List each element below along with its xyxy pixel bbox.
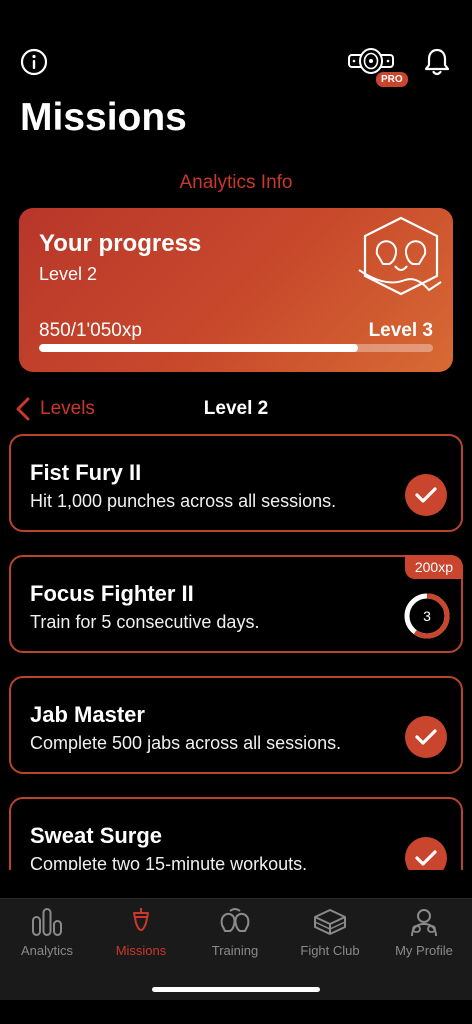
mission-title: Sweat Surge	[30, 823, 163, 848]
tab-my-profile[interactable]: My Profile	[377, 907, 471, 967]
page-title: Missions	[20, 96, 187, 139]
progress-card: Your progress Level 2 850/1'050xp Level …	[19, 208, 453, 372]
progress-ring-value: 3	[423, 608, 431, 624]
tab-analytics[interactable]: Analytics	[0, 907, 94, 967]
mission-description: Train for 5 consecutive days.	[30, 612, 260, 632]
xp-reward-badge: 200xp	[404, 555, 463, 579]
next-level: Level 3	[368, 320, 433, 341]
mission-title: Focus Fighter II	[30, 581, 194, 606]
mission-description: Complete two 15-minute workouts.	[30, 854, 308, 870]
boxing-gloves-emblem-icon	[358, 216, 442, 296]
checkmark-icon	[405, 716, 447, 758]
bell-icon[interactable]	[423, 47, 451, 77]
top-bar: PRO	[0, 0, 472, 100]
mission-card[interactable]: Jab Master Complete 500 jabs across all …	[9, 676, 463, 774]
mission-card[interactable]: 200xp Focus Fighter II Train for 5 conse…	[9, 555, 463, 653]
tab-fight-club[interactable]: Fight Club	[283, 907, 377, 967]
mission-description: Hit 1,000 punches across all sessions.	[30, 491, 337, 511]
analytics-info-link[interactable]: Analytics Info	[0, 172, 472, 194]
mission-description: Complete 500 jabs across all sessions.	[30, 733, 342, 753]
tab-bar: Analytics Missions Training Fight Club M…	[0, 898, 472, 1000]
tab-label: Missions	[115, 943, 167, 958]
progress-ring: 3	[404, 593, 450, 639]
tab-label: Fight Club	[300, 943, 360, 958]
current-level-heading: Level 2	[203, 398, 269, 419]
pro-badge: PRO	[376, 72, 408, 87]
current-level: Level 2	[39, 264, 98, 284]
info-icon[interactable]	[20, 48, 48, 76]
xp-progress-fill	[39, 344, 359, 352]
home-indicator	[152, 987, 320, 992]
boxing-gloves-icon	[220, 908, 250, 932]
tab-missions[interactable]: Missions	[94, 907, 188, 967]
xp-progress-bar	[39, 344, 433, 352]
boxing-ring-icon	[314, 909, 346, 935]
punching-bag-icon	[133, 908, 149, 931]
checkmark-icon	[405, 474, 447, 516]
championship-belt-icon[interactable]: PRO	[348, 46, 408, 88]
tab-label: Analytics	[20, 943, 74, 958]
mission-title: Jab Master	[30, 702, 145, 727]
xp-progress-text: 850/1'050xp	[39, 320, 142, 341]
mission-card[interactable]: Sweat Surge Complete two 15-minute worko…	[9, 797, 463, 870]
checkmark-icon	[405, 837, 447, 870]
bottom-safe-area	[0, 1000, 472, 1024]
analytics-bars-icon	[32, 908, 62, 936]
mission-title: Fist Fury II	[30, 460, 142, 485]
tab-label: My Profile	[395, 943, 453, 958]
mission-card[interactable]: Fist Fury II Hit 1,000 punches across al…	[9, 434, 463, 532]
mission-list[interactable]: Fist Fury II Hit 1,000 punches across al…	[0, 434, 472, 870]
boxer-profile-icon	[411, 909, 437, 937]
tab-training[interactable]: Training	[188, 907, 282, 967]
tab-label: Training	[211, 943, 259, 958]
progress-title: Your progress	[39, 230, 202, 257]
